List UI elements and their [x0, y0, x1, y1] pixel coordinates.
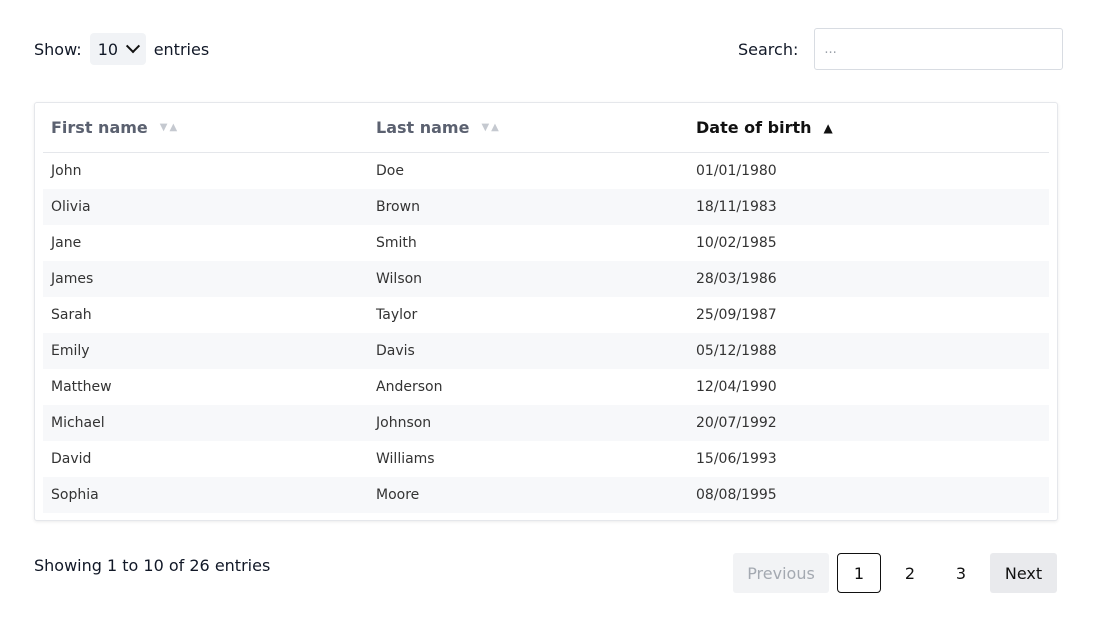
date-of-birth-cell: 05/12/1988	[696, 343, 777, 359]
date-of-birth-cell: 18/11/1983	[696, 199, 777, 215]
sort-icon: ▼▲	[159, 122, 180, 133]
first-name-cell: Sophia	[51, 487, 99, 503]
data-table: First name ▼▲ Last name ▼▲ Date of birth…	[34, 102, 1058, 521]
date-of-birth-cell: 28/03/1986	[696, 271, 777, 287]
first-name-cell: Olivia	[51, 199, 91, 215]
table-body: John Doe 01/01/1980 Olivia Brown 18/11/1983 Ja…	[43, 153, 1049, 513]
column-header-last-name[interactable]: Last name ▼▲	[376, 103, 501, 152]
datatable-page: Show: 10 entries Search: ... First name …	[0, 0, 1103, 626]
next-button[interactable]: Next	[990, 553, 1057, 593]
search-label: Search:	[738, 39, 799, 59]
entries-select-value: 10	[97, 39, 119, 59]
last-name-cell: Taylor	[376, 307, 418, 323]
column-header-first-name[interactable]: First name ▼▲	[51, 103, 179, 152]
table-row: John Doe 01/01/1980	[43, 153, 1049, 189]
date-of-birth-cell: 08/08/1995	[696, 487, 777, 503]
last-name-cell: Davis	[376, 343, 415, 359]
last-name-cell: Moore	[376, 487, 420, 503]
date-of-birth-cell: 20/07/1992	[696, 415, 777, 431]
chevron-down-icon	[125, 39, 140, 54]
page-button-1[interactable]: 1	[837, 553, 881, 593]
entries-length-control: Show: 10 entries	[34, 32, 209, 66]
column-header-label: Date of birth	[696, 118, 812, 137]
table-row: Michael Johnson 20/07/1992	[43, 405, 1049, 441]
first-name-cell: Michael	[51, 415, 105, 431]
last-name-cell: Anderson	[376, 379, 443, 395]
column-header-date-of-birth[interactable]: Date of birth ▲	[696, 103, 835, 152]
search-placeholder: ...	[824, 41, 837, 57]
page-button-2[interactable]: 2	[888, 553, 932, 593]
first-name-cell: Jane	[51, 235, 82, 251]
date-of-birth-cell: 15/06/1993	[696, 451, 777, 467]
show-label: Show:	[34, 39, 82, 59]
table-info: Showing 1 to 10 of 26 entries	[34, 555, 271, 575]
table-row: Sophia Moore 08/08/1995	[43, 477, 1049, 513]
pagination: Previous 1 2 3 Next	[733, 553, 1057, 593]
last-name-cell: Brown	[376, 199, 420, 215]
last-name-cell: Johnson	[376, 415, 432, 431]
table-row: Sarah Taylor 25/09/1987	[43, 297, 1049, 333]
table-row: Matthew Anderson 12/04/1990	[43, 369, 1049, 405]
sort-ascending-icon: ▲	[823, 120, 835, 135]
last-name-cell: Wilson	[376, 271, 423, 287]
search-control: Search: ...	[738, 28, 1064, 70]
first-name-cell: David	[51, 451, 92, 467]
column-header-label: First name	[51, 118, 148, 137]
last-name-cell: Smith	[376, 235, 417, 251]
table-row: David Williams 15/06/1993	[43, 441, 1049, 477]
entries-label: entries	[153, 39, 210, 59]
last-name-cell: Williams	[376, 451, 435, 467]
last-name-cell: Doe	[376, 163, 404, 179]
page-button-3[interactable]: 3	[939, 553, 983, 593]
date-of-birth-cell: 01/01/1980	[696, 163, 777, 179]
first-name-cell: James	[51, 271, 94, 287]
date-of-birth-cell: 25/09/1987	[696, 307, 777, 323]
table-header: First name ▼▲ Last name ▼▲ Date of birth…	[43, 103, 1049, 153]
table-row: Olivia Brown 18/11/1983	[43, 189, 1049, 225]
column-header-label: Last name	[376, 118, 470, 137]
first-name-cell: John	[51, 163, 82, 179]
previous-button[interactable]: Previous	[733, 553, 829, 593]
table-row: Jane Smith 10/02/1985	[43, 225, 1049, 261]
entries-select[interactable]: 10	[89, 33, 146, 65]
first-name-cell: Sarah	[51, 307, 92, 323]
table-row: James Wilson 28/03/1986	[43, 261, 1049, 297]
search-input[interactable]: ...	[814, 28, 1064, 70]
sort-icon: ▼▲	[481, 122, 501, 133]
date-of-birth-cell: 12/04/1990	[696, 379, 777, 395]
table-row: Emily Davis 05/12/1988	[43, 333, 1049, 369]
date-of-birth-cell: 10/02/1985	[696, 235, 777, 251]
first-name-cell: Matthew	[51, 379, 112, 395]
first-name-cell: Emily	[51, 343, 90, 359]
